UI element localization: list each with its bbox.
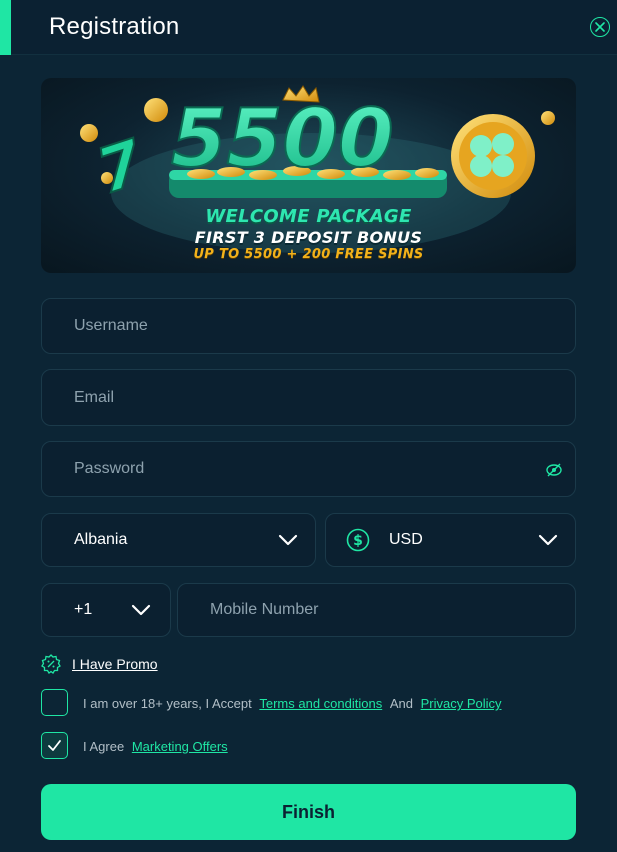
phone-code-select[interactable]: +1 [41,583,171,637]
marketing-text: I Agree Marketing Offers [83,739,228,754]
currency-select[interactable]: $ USD [325,513,576,567]
email-field-wrapper [41,369,576,426]
welcome-banner: 5500 7 WELCOME PACKAGE FIRST 3 DEPOSIT B… [41,78,576,273]
terms-prefix: I am over 18+ years, I Accept [83,696,252,711]
country-select[interactable]: Albania [41,513,316,567]
marketing-checkbox[interactable] [41,732,68,759]
banner-amount: 5500 [171,92,394,185]
privacy-link[interactable]: Privacy Policy [421,696,502,711]
modal-title: Registration [49,13,180,40]
mobile-input[interactable] [178,584,575,636]
password-field-wrapper [41,441,576,497]
phone-code-value: +1 [74,601,93,618]
percent-icon [41,654,61,674]
password-input[interactable] [42,442,575,496]
terms-link[interactable]: Terms and conditions [259,696,382,711]
eye-icon[interactable] [545,461,563,479]
terms-and: And [389,696,413,711]
currency-value: USD [389,531,423,548]
terms-text: I am over 18+ years, I Accept Terms and … [83,696,502,711]
country-value: Albania [74,531,128,548]
chevron-down-icon [131,604,151,616]
close-icon [595,22,605,32]
banner-line-3: UP TO 5500 + 200 FREE SPINS [193,247,424,262]
banner-line-1: WELCOME PACKAGE [205,206,412,227]
marketing-prefix: I Agree [83,739,125,754]
chevron-down-icon [278,534,298,546]
terms-checkbox[interactable] [41,689,68,716]
check-icon [48,740,61,751]
promo-toggle[interactable]: I Have Promo [41,654,158,674]
finish-button[interactable]: Finish [41,784,576,840]
svg-text:$: $ [353,533,363,549]
header-accent-bar [0,0,11,55]
banner-line-2: FIRST 3 DEPOSIT BONUS [194,228,423,247]
username-field-wrapper [41,298,576,354]
mobile-field-wrapper [177,583,576,637]
modal-header: Registration [0,0,617,55]
email-input[interactable] [42,370,575,425]
promo-link[interactable]: I Have Promo [72,656,158,672]
chevron-down-icon [538,534,558,546]
close-button[interactable] [590,17,610,37]
marketing-link[interactable]: Marketing Offers [132,739,228,754]
username-input[interactable] [42,299,575,353]
dollar-icon: $ [346,528,370,552]
